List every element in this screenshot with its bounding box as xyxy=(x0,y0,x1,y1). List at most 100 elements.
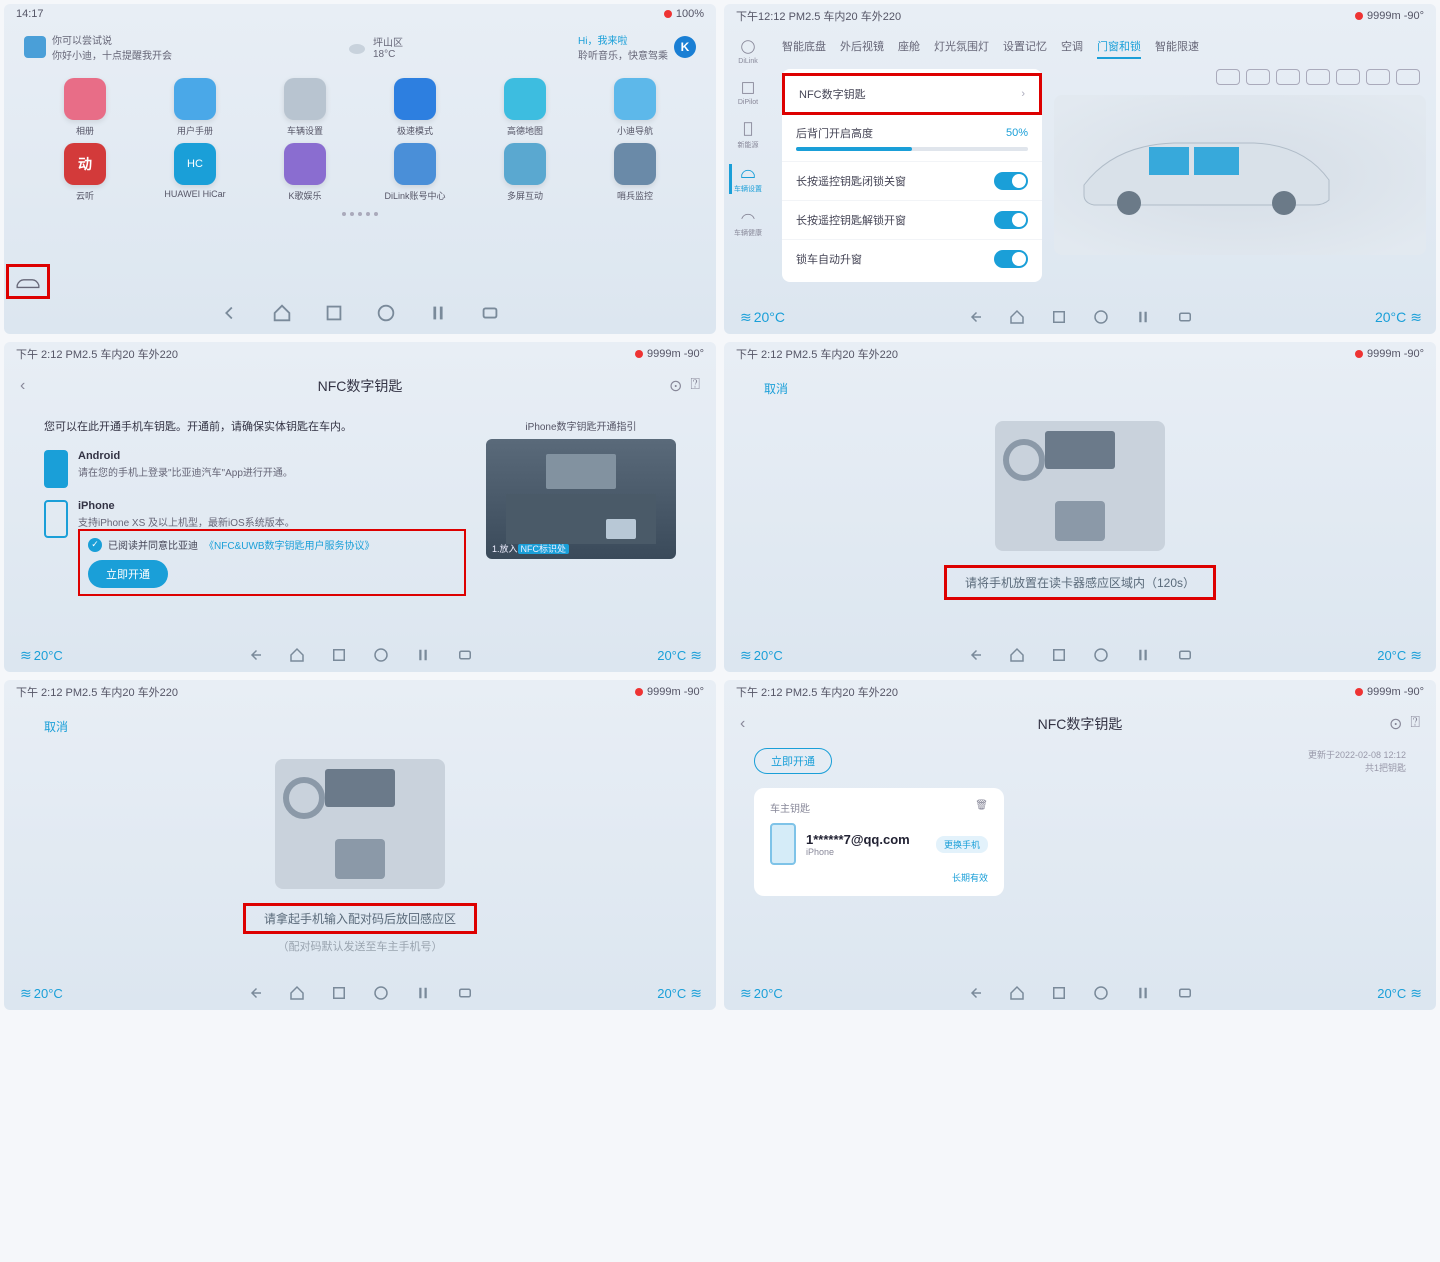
view-icon[interactable] xyxy=(1216,69,1240,85)
rotate-icon[interactable] xyxy=(479,302,501,324)
sidebar-item-dipilot[interactable]: DiPilot xyxy=(738,79,758,106)
change-phone-chip[interactable]: 更换手机 xyxy=(936,836,988,853)
view-icon[interactable] xyxy=(1246,69,1270,85)
temp-right[interactable]: 20°C≋ xyxy=(1375,309,1420,326)
pause-icon[interactable] xyxy=(1134,984,1152,1002)
back-icon[interactable] xyxy=(246,984,264,1002)
settings-icon[interactable]: ⊙ xyxy=(669,376,682,396)
home-icon[interactable] xyxy=(271,302,293,324)
temp-left[interactable]: ≋20°C xyxy=(740,647,783,664)
back-icon[interactable] xyxy=(966,646,984,664)
sidebar-item-energy[interactable]: 新能源 xyxy=(738,120,759,150)
app-multiscreen[interactable]: 多屏互动 xyxy=(474,143,576,202)
tab-doors-locks[interactable]: 门窗和锁 xyxy=(1097,38,1141,59)
home-icon[interactable] xyxy=(288,646,306,664)
tab-lights[interactable]: 灯光氛围灯 xyxy=(934,38,989,59)
recent-icon[interactable] xyxy=(1050,984,1068,1002)
voice-logo[interactable] xyxy=(24,36,46,58)
toggle-switch[interactable] xyxy=(994,172,1028,190)
pause-icon[interactable] xyxy=(1134,308,1152,326)
app-vehicle-settings[interactable]: 车辆设置 xyxy=(254,78,356,137)
tab-memory[interactable]: 设置记忆 xyxy=(1003,38,1047,59)
app-yunting[interactable]: 动云听 xyxy=(34,143,136,202)
app-dilink-account[interactable]: DiLink账号中心 xyxy=(364,143,466,202)
temp-left[interactable]: ≋20°C xyxy=(20,985,63,1002)
app-manual[interactable]: 用户手册 xyxy=(144,78,246,137)
back-icon[interactable] xyxy=(966,984,984,1002)
climate-icon[interactable] xyxy=(372,984,390,1002)
app-xiaodi-nav[interactable]: 小迪导航 xyxy=(584,78,686,137)
home-icon[interactable] xyxy=(1008,646,1026,664)
back-icon[interactable] xyxy=(246,646,264,664)
view-icon[interactable] xyxy=(1306,69,1330,85)
recent-icon[interactable] xyxy=(1050,646,1068,664)
home-icon[interactable] xyxy=(288,984,306,1002)
agree-checkbox[interactable]: ✓ xyxy=(88,538,102,552)
help-icon[interactable]: ⍰ xyxy=(690,376,700,396)
sidebar-item-dilink[interactable]: DiLink xyxy=(738,38,757,65)
view-icon[interactable] xyxy=(1396,69,1420,85)
rotate-icon[interactable] xyxy=(456,646,474,664)
back-icon[interactable] xyxy=(219,302,241,324)
view-icon[interactable] xyxy=(1366,69,1390,85)
pause-icon[interactable] xyxy=(414,646,432,664)
back-button[interactable]: ‹ xyxy=(740,715,745,733)
rotate-icon[interactable] xyxy=(456,984,474,1002)
tab-speed-limit[interactable]: 智能限速 xyxy=(1155,38,1199,59)
home-icon[interactable] xyxy=(1008,984,1026,1002)
settings-icon[interactable]: ⊙ xyxy=(1389,714,1402,734)
temp-right[interactable]: 20°C≋ xyxy=(1377,647,1420,664)
rotate-icon[interactable] xyxy=(1176,308,1194,326)
app-gallery[interactable]: 相册 xyxy=(34,78,136,137)
climate-icon[interactable] xyxy=(1092,308,1110,326)
climate-icon[interactable] xyxy=(375,302,397,324)
back-icon[interactable] xyxy=(966,308,984,326)
tailgate-height-row[interactable]: 后背门开启高度 50% xyxy=(782,115,1042,162)
home-icon[interactable] xyxy=(1008,308,1026,326)
toggle-switch[interactable] xyxy=(994,250,1028,268)
cancel-button[interactable]: 取消 xyxy=(44,718,68,735)
cancel-button[interactable]: 取消 xyxy=(764,380,788,397)
recent-icon[interactable] xyxy=(330,984,348,1002)
delete-icon[interactable]: 🗑 xyxy=(975,800,988,815)
temp-right[interactable]: 20°C≋ xyxy=(657,985,700,1002)
climate-icon[interactable] xyxy=(372,646,390,664)
tailgate-height-slider[interactable] xyxy=(796,147,1028,151)
climate-icon[interactable] xyxy=(1092,984,1110,1002)
sidebar-item-vehicle-settings[interactable]: 车辆设置 xyxy=(729,164,762,194)
agreement-link[interactable]: 《NFC&UWB数字钥匙用户服务协议》 xyxy=(204,537,375,552)
recent-icon[interactable] xyxy=(1050,308,1068,326)
toggle-switch[interactable] xyxy=(994,211,1028,229)
recent-icon[interactable] xyxy=(330,646,348,664)
temp-right[interactable]: 20°C≋ xyxy=(1377,985,1420,1002)
tab-cabin[interactable]: 座舱 xyxy=(898,38,920,59)
app-sentry[interactable]: 哨兵监控 xyxy=(584,143,686,202)
temp-right[interactable]: 20°C≋ xyxy=(657,647,700,664)
app-amap[interactable]: 高德地图 xyxy=(474,78,576,137)
vehicle-shortcut-highlight[interactable] xyxy=(6,264,50,299)
sidebar-item-health[interactable]: 车辆健康 xyxy=(734,208,762,238)
climate-icon[interactable] xyxy=(1092,646,1110,664)
activate-button[interactable]: 立即开通 xyxy=(754,748,832,774)
help-icon[interactable]: ⍰ xyxy=(1410,714,1420,734)
rotate-icon[interactable] xyxy=(1176,984,1194,1002)
pause-icon[interactable] xyxy=(427,302,449,324)
temp-left[interactable]: ≋20°C xyxy=(740,985,783,1002)
recent-icon[interactable] xyxy=(323,302,345,324)
rotate-icon[interactable] xyxy=(1176,646,1194,664)
view-icon[interactable] xyxy=(1336,69,1360,85)
temp-left[interactable]: ≋20°C xyxy=(20,647,63,664)
app-karaoke[interactable]: K歌娱乐 xyxy=(254,143,356,202)
music-app-icon[interactable]: K xyxy=(674,36,696,58)
back-button[interactable]: ‹ xyxy=(20,377,25,395)
nfc-key-row[interactable]: NFC数字钥匙 › xyxy=(782,73,1042,115)
temp-left[interactable]: ≋20°C xyxy=(740,309,785,326)
app-hicar[interactable]: HCHUAWEI HiCar xyxy=(144,143,246,202)
activate-button[interactable]: 立即开通 xyxy=(88,560,168,588)
tab-chassis[interactable]: 智能底盘 xyxy=(782,38,826,59)
pause-icon[interactable] xyxy=(1134,646,1152,664)
view-icon[interactable] xyxy=(1276,69,1300,85)
tab-ac[interactable]: 空调 xyxy=(1061,38,1083,59)
pause-icon[interactable] xyxy=(414,984,432,1002)
app-sport-mode[interactable]: 极速模式 xyxy=(364,78,466,137)
